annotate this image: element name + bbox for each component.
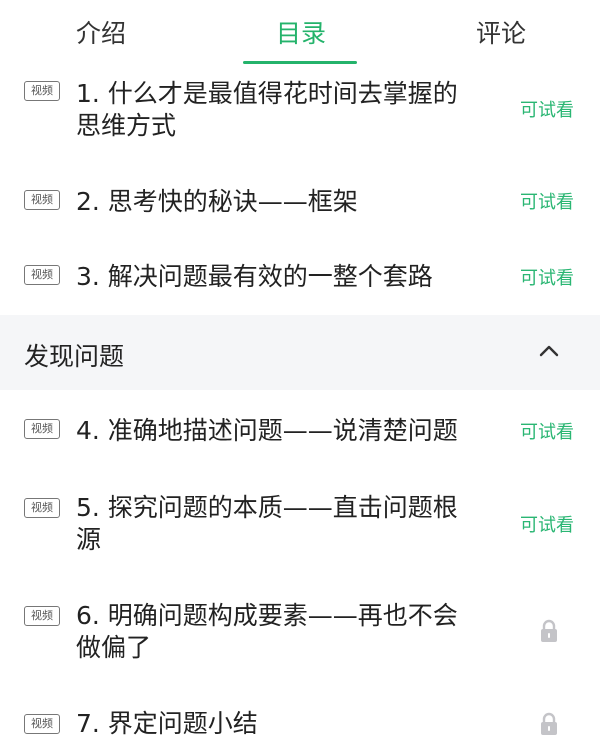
lesson-item[interactable]: 视频 4. 准确地描述问题——说清楚问题 可试看 xyxy=(0,415,600,447)
trial-label[interactable]: 可试看 xyxy=(520,418,574,444)
lesson-title: 5. 探究问题的本质——直击问题根源 xyxy=(76,493,458,554)
lesson-title: 7. 界定问题小结 xyxy=(76,709,258,738)
lock-icon xyxy=(541,619,557,642)
lesson-title: 4. 准确地描述问题——说清楚问题 xyxy=(76,416,458,445)
lock-icon xyxy=(541,712,557,735)
lesson-item[interactable]: 视频 1. 什么才是最值得花时间去掌握的思维方式 可试看 xyxy=(0,79,600,142)
video-badge: 视频 xyxy=(24,265,60,285)
video-badge: 视频 xyxy=(24,81,60,101)
tab-intro[interactable]: 介绍 xyxy=(76,14,126,50)
chevron-up-icon[interactable] xyxy=(537,339,561,363)
trial-label[interactable]: 可试看 xyxy=(520,264,574,290)
tab-catalog[interactable]: 目录 xyxy=(276,14,326,50)
section-title: 发现问题 xyxy=(24,342,125,371)
video-badge: 视频 xyxy=(24,190,60,210)
video-badge: 视频 xyxy=(24,714,60,734)
trial-label[interactable]: 可试看 xyxy=(520,188,574,214)
trial-label[interactable]: 可试看 xyxy=(520,96,574,122)
tab-comments[interactable]: 评论 xyxy=(476,14,526,50)
video-badge: 视频 xyxy=(24,419,60,439)
active-tab-indicator xyxy=(243,61,357,64)
lesson-title: 3. 解决问题最有效的一整个套路 xyxy=(76,262,433,291)
lesson-item[interactable]: 视频 3. 解决问题最有效的一整个套路 可试看 xyxy=(0,261,600,293)
video-badge: 视频 xyxy=(24,498,60,518)
lesson-title: 2. 思考快的秘诀——框架 xyxy=(76,187,358,216)
lesson-item[interactable]: 视频 6. 明确问题构成要素——再也不会做偏了 xyxy=(0,600,600,664)
trial-label[interactable]: 可试看 xyxy=(520,511,574,537)
lesson-title: 1. 什么才是最值得花时间去掌握的思维方式 xyxy=(76,79,458,140)
lesson-item[interactable]: 视频 5. 探究问题的本质——直击问题根源 可试看 xyxy=(0,492,600,556)
lesson-item[interactable]: 视频 2. 思考快的秘诀——框架 可试看 xyxy=(0,186,600,218)
lesson-title: 6. 明确问题构成要素——再也不会做偏了 xyxy=(76,601,458,662)
video-badge: 视频 xyxy=(24,606,60,626)
section-header[interactable]: 发现问题 xyxy=(0,315,600,390)
lesson-item[interactable]: 视频 7. 界定问题小结 xyxy=(0,708,600,740)
tab-bar: 介绍 目录 评论 xyxy=(0,0,600,64)
